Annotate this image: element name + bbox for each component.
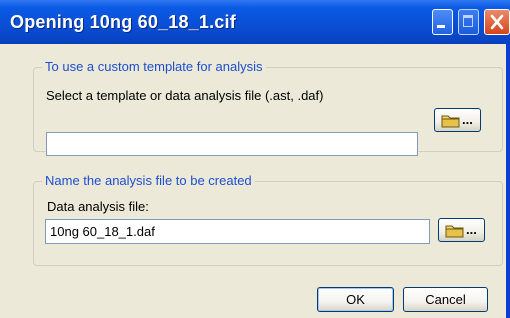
close-icon bbox=[490, 14, 504, 30]
template-browse-button[interactable]: ... bbox=[434, 108, 481, 132]
template-group-legend: To use a custom template for analysis bbox=[42, 59, 266, 74]
dialog-body: To use a custom template for analysis Se… bbox=[0, 44, 506, 318]
maximize-icon bbox=[463, 15, 473, 27]
folder-icon bbox=[445, 225, 464, 238]
folder-icon bbox=[441, 115, 460, 128]
window-title: Opening 10ng 60_18_1.cif bbox=[10, 12, 236, 32]
template-groupbox: To use a custom template for analysis Se… bbox=[33, 59, 503, 156]
dialog-window: Opening 10ng 60_18_1.cif To use a custom… bbox=[0, 0, 510, 318]
template-browse-label: ... bbox=[462, 112, 473, 127]
analysis-browse-button[interactable]: ... bbox=[438, 218, 485, 242]
template-path-input[interactable] bbox=[46, 132, 418, 156]
minimize-button[interactable] bbox=[432, 9, 453, 35]
analysis-group-legend: Name the analysis file to be created bbox=[42, 173, 255, 188]
close-button[interactable] bbox=[484, 9, 510, 35]
analysis-browse-label: ... bbox=[466, 222, 477, 237]
cancel-button[interactable]: Cancel bbox=[403, 287, 488, 312]
analysis-file-input[interactable]: 10ng 60_18_1.daf bbox=[45, 219, 430, 244]
analysis-caption: Data analysis file: bbox=[47, 199, 149, 214]
maximize-button[interactable] bbox=[458, 9, 479, 35]
ok-button[interactable]: OK bbox=[317, 287, 394, 312]
title-bar[interactable]: Opening 10ng 60_18_1.cif bbox=[0, 0, 510, 44]
template-caption: Select a template or data analysis file … bbox=[46, 88, 324, 103]
minimize-icon bbox=[437, 25, 445, 28]
